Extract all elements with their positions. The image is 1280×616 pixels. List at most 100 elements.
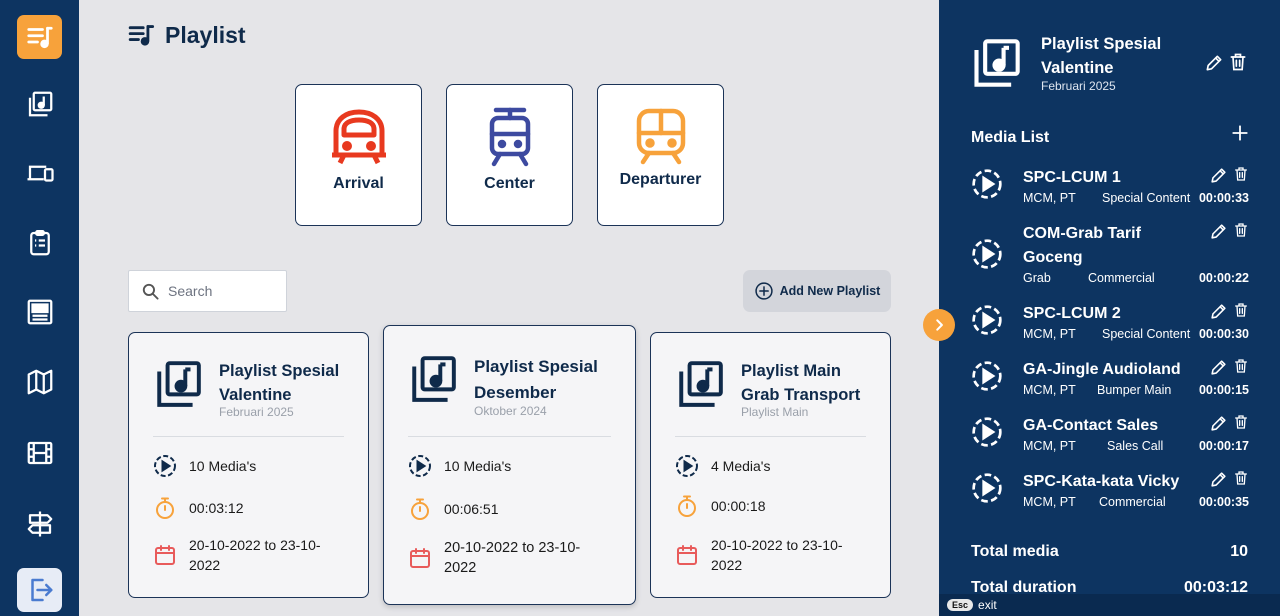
play-circle-icon — [972, 473, 1002, 503]
card-title-line1: Playlist Main — [741, 362, 841, 380]
search-input[interactable] — [168, 283, 278, 299]
media-item[interactable]: SPC-LCUM 1 MCM, PT Special Content 00:00… — [971, 166, 1249, 210]
playlist-card[interactable]: Playlist Spesial Desember Oktober 2024 1… — [383, 325, 636, 605]
sidebar-item-video[interactable] — [17, 431, 62, 475]
media-source: MCM, PT — [1023, 191, 1076, 205]
media-count: 4 Media's — [711, 458, 771, 474]
sidebar-item-media-library[interactable] — [17, 82, 62, 126]
chevron-right-icon — [936, 319, 943, 331]
edit-icon[interactable] — [1209, 302, 1228, 321]
date-row: 20-10-2022 to 23-10- 2022 — [675, 535, 843, 575]
duration-row: 00:00:18 — [675, 494, 766, 518]
sidebar-item-map[interactable] — [17, 360, 62, 404]
page-title: Playlist — [165, 22, 246, 48]
sidebar-item-signage[interactable] — [17, 502, 62, 546]
edit-icon[interactable] — [1209, 358, 1228, 377]
media-library-icon — [974, 39, 1020, 87]
calendar-icon — [155, 545, 175, 565]
category-departurer[interactable]: Departurer — [597, 84, 724, 226]
trash-icon[interactable] — [1233, 302, 1249, 318]
media-item[interactable]: COM-Grab Tarif Goceng Grab Commercial 00… — [971, 222, 1249, 286]
media-type: Commercial — [1088, 271, 1155, 285]
stopwatch-icon — [411, 498, 429, 520]
train-front-icon — [331, 109, 386, 165]
card-title-line2: Valentine — [219, 386, 292, 404]
edit-icon[interactable] — [1204, 53, 1224, 73]
media-item[interactable]: GA-Contact Sales MCM, PT Sales Call 00:0… — [971, 414, 1249, 458]
calendar-icon — [410, 548, 430, 568]
main-content: Playlist Arrival Center Departurer Add N… — [79, 0, 939, 616]
edit-icon[interactable] — [1209, 414, 1228, 433]
media-count: 10 Media's — [189, 458, 257, 474]
trash-icon[interactable] — [1233, 166, 1249, 182]
card-title-line1: Playlist Spesial — [474, 357, 598, 376]
date-range-line2: 2022 — [711, 557, 743, 573]
trash-icon[interactable] — [1233, 414, 1249, 430]
date-range-line1: 20-10-2022 to 23-10- — [444, 540, 581, 556]
sidebar-item-content[interactable] — [17, 290, 62, 334]
date-row: 20-10-2022 to 23-10- 2022 — [408, 538, 580, 578]
esc-key: Esc — [947, 599, 974, 611]
trash-icon[interactable] — [1228, 52, 1248, 72]
media-count-row: 10 Media's — [408, 454, 511, 478]
category-center[interactable]: Center — [446, 84, 573, 226]
map-icon — [27, 369, 52, 395]
media-source: Grab — [1023, 271, 1051, 285]
media-source: MCM, PT — [1023, 383, 1076, 397]
stopwatch-icon — [678, 495, 696, 517]
search-icon — [142, 283, 159, 300]
sidebar-item-schedule[interactable] — [17, 221, 62, 265]
sidebar-item-devices[interactable] — [17, 151, 62, 195]
trash-icon[interactable] — [1233, 222, 1249, 238]
panel-toggle-button[interactable] — [923, 309, 955, 341]
esc-hint-label: exit — [978, 598, 997, 612]
media-source: MCM, PT — [1023, 495, 1076, 509]
total-media-label: Total media — [971, 543, 1059, 560]
media-duration: 00:00:35 — [1198, 495, 1249, 509]
media-type: Special Content — [1102, 327, 1191, 341]
divider — [408, 436, 611, 437]
media-library-icon — [412, 356, 456, 402]
add-icon[interactable] — [1231, 124, 1249, 142]
trash-icon[interactable] — [1233, 470, 1249, 486]
play-circle-icon — [676, 455, 698, 477]
media-duration: 00:00:30 — [1198, 327, 1249, 341]
media-count-row: 10 Media's — [153, 454, 256, 478]
media-duration: 00:00:15 — [1198, 383, 1249, 397]
edit-icon[interactable] — [1209, 166, 1228, 185]
media-item[interactable]: SPC-Kata-kata Vicky MCM, PT Commercial 0… — [971, 470, 1249, 514]
media-count: 10 Media's — [444, 458, 512, 474]
date-row: 20-10-2022 to 23-10- 2022 — [153, 535, 321, 575]
play-circle-icon — [972, 361, 1002, 391]
play-circle-icon — [972, 417, 1002, 447]
keyboard-hint: Esc exit — [939, 594, 1280, 616]
layout-icon — [27, 299, 52, 325]
add-playlist-button[interactable]: Add New Playlist — [743, 270, 891, 312]
sidebar-item-playlist[interactable] — [17, 15, 62, 59]
edit-icon[interactable] — [1209, 470, 1228, 489]
playlist-card[interactable]: Playlist Main Grab Transport Playlist Ma… — [650, 332, 891, 598]
media-source: MCM, PT — [1023, 327, 1076, 341]
date-range-line1: 20-10-2022 to 23-10- — [189, 537, 321, 553]
stopwatch-icon — [156, 497, 174, 519]
panel-title-line2: Valentine — [1041, 59, 1114, 77]
playlist-icon — [26, 26, 53, 49]
media-name: GA-Jingle Audioland — [1023, 361, 1181, 378]
logout-button[interactable] — [17, 568, 62, 612]
sidebar — [0, 0, 79, 616]
media-type: Bumper Main — [1097, 383, 1172, 397]
media-item[interactable]: GA-Jingle Audioland MCM, PT Bumper Main … — [971, 358, 1249, 402]
clipboard-icon — [29, 230, 50, 256]
media-item[interactable]: SPC-LCUM 2 MCM, PT Special Content 00:00… — [971, 302, 1249, 346]
media-name: COM-Grab Tarif Goceng — [1023, 225, 1141, 266]
add-playlist-label: Add New Playlist — [779, 284, 881, 298]
edit-icon[interactable] — [1209, 222, 1228, 241]
category-arrival[interactable]: Arrival — [295, 84, 422, 226]
calendar-icon — [677, 545, 697, 565]
date-range-line1: 20-10-2022 to 23-10- — [711, 537, 843, 553]
media-duration: 00:00:22 — [1198, 271, 1249, 285]
trash-icon[interactable] — [1233, 358, 1249, 374]
media-name: SPC-Kata-kata Vicky — [1023, 473, 1180, 490]
play-circle-icon — [972, 305, 1002, 335]
playlist-card[interactable]: Playlist Spesial Valentine Februari 2025… — [128, 332, 369, 598]
